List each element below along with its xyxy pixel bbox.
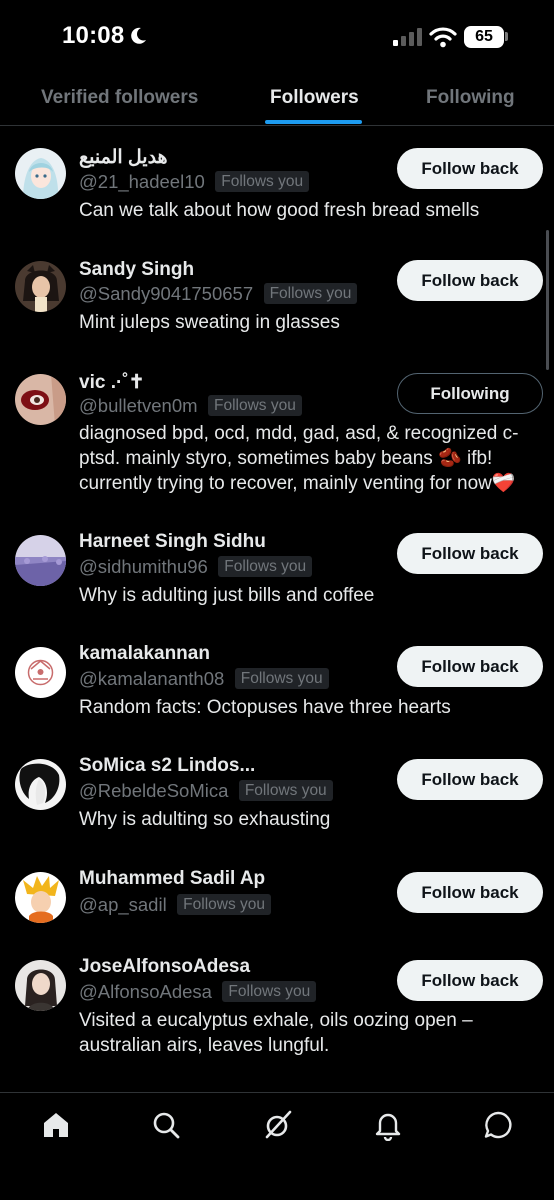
active-tab-indicator [265,120,362,124]
follower-bio: Why is adulting so exhausting [79,809,331,830]
handle-line: @Sandy9041750657 Follows you [79,283,358,307]
scrollbar[interactable] [546,230,549,370]
following-button[interactable]: Following [397,373,543,414]
status-time: 10:08 [62,22,125,49]
handle-line: @bulletven0m Follows you [79,395,302,419]
battery-tip [505,32,508,41]
follower-handle: @sidhumithu96 [79,556,208,577]
tab-following[interactable]: Following [426,76,515,126]
follower-handle: @Sandy9041750657 [79,283,254,304]
battery-icon: 65 [464,26,504,48]
tab-verified-followers[interactable]: Verified followers [41,76,198,126]
follow-back-button[interactable]: Follow back [397,646,543,687]
follower-name[interactable]: Harneet Singh Sidhu [79,531,266,553]
follower-name[interactable]: SoMica s2 Lindos... [79,755,255,777]
handle-line: @21_hadeel10 Follows you [79,171,310,195]
follow-back-button[interactable]: Follow back [397,533,543,574]
notifications-icon[interactable] [372,1109,404,1141]
follows-you-badge: Follows you [177,894,271,915]
cellular-signal-icon [393,28,422,46]
follower-handle: @ap_sadil [79,894,167,915]
avatar[interactable] [15,535,66,586]
grok-icon[interactable] [262,1109,294,1141]
follows-you-badge: Follows you [222,981,317,1002]
avatar[interactable] [15,759,66,810]
follow-back-button[interactable]: Follow back [397,260,543,301]
moon-icon [131,27,146,44]
handle-line: @kamalananth08 Follows you [79,668,329,692]
follow-back-button[interactable]: Follow back [397,148,543,189]
avatar[interactable] [15,872,66,923]
follower-bio: Why is adulting just bills and coffee [79,585,375,606]
follower-handle: @21_hadeel10 [79,171,205,192]
follow-back-button[interactable]: Follow back [397,960,543,1001]
wifi-icon [429,27,457,48]
follower-bio: Can we talk about how good fresh bread s… [79,200,480,221]
follower-bio: Mint juleps sweating in glasses [79,312,340,333]
follower-handle: @kamalananth08 [79,668,225,689]
follower-bio: diagnosed bpd, ocd, mdd, gad, asd, & rec… [79,423,519,494]
avatar[interactable] [15,374,66,425]
follows-you-badge: Follows you [234,668,329,689]
follows-you-badge: Follows you [238,780,333,801]
handle-line: @sidhumithu96 Follows you [79,556,313,580]
follower-name[interactable]: Muhammed Sadil Ap [79,868,265,890]
follow-back-button[interactable]: Follow back [397,759,543,800]
bottom-nav [0,1092,554,1200]
follower-name[interactable]: kamalakannan [79,643,210,665]
follow-back-button[interactable]: Follow back [397,872,543,913]
follower-name[interactable]: هديل المنيع [79,146,168,169]
follows-you-badge: Follows you [215,171,310,192]
messages-icon[interactable] [482,1109,514,1141]
follows-you-badge: Follows you [208,395,302,416]
follower-handle: @RebeldeSoMica [79,780,229,801]
follows-you-badge: Follows you [218,556,313,577]
status-bar: 10:08 65 [0,0,554,76]
avatar[interactable] [15,261,66,312]
tab-followers[interactable]: Followers [270,76,359,126]
follower-handle: @bulletven0m [79,395,198,416]
handle-line: @ap_sadil Follows you [79,894,271,918]
follower-name[interactable]: Sandy Singh [79,259,194,281]
avatar[interactable] [15,647,66,698]
follower-bio: Visited a eucalyptus exhale, oils oozing… [79,1010,473,1056]
follower-bio: Random facts: Octopuses have three heart… [79,697,451,718]
follower-tabs: Verified followers Followers Following [0,76,554,126]
follower-name[interactable]: JoseAlfonsoAdesa [79,956,250,978]
follower-name[interactable]: vic .·˚✝ [79,371,145,394]
home-icon[interactable] [40,1109,72,1141]
avatar[interactable] [15,960,66,1011]
handle-line: @AlfonsoAdesa Follows you [79,981,317,1005]
follows-you-badge: Follows you [263,283,358,304]
avatar[interactable] [15,148,66,199]
follower-handle: @AlfonsoAdesa [79,981,212,1002]
search-icon[interactable] [150,1109,182,1141]
handle-line: @RebeldeSoMica Follows you [79,780,333,804]
